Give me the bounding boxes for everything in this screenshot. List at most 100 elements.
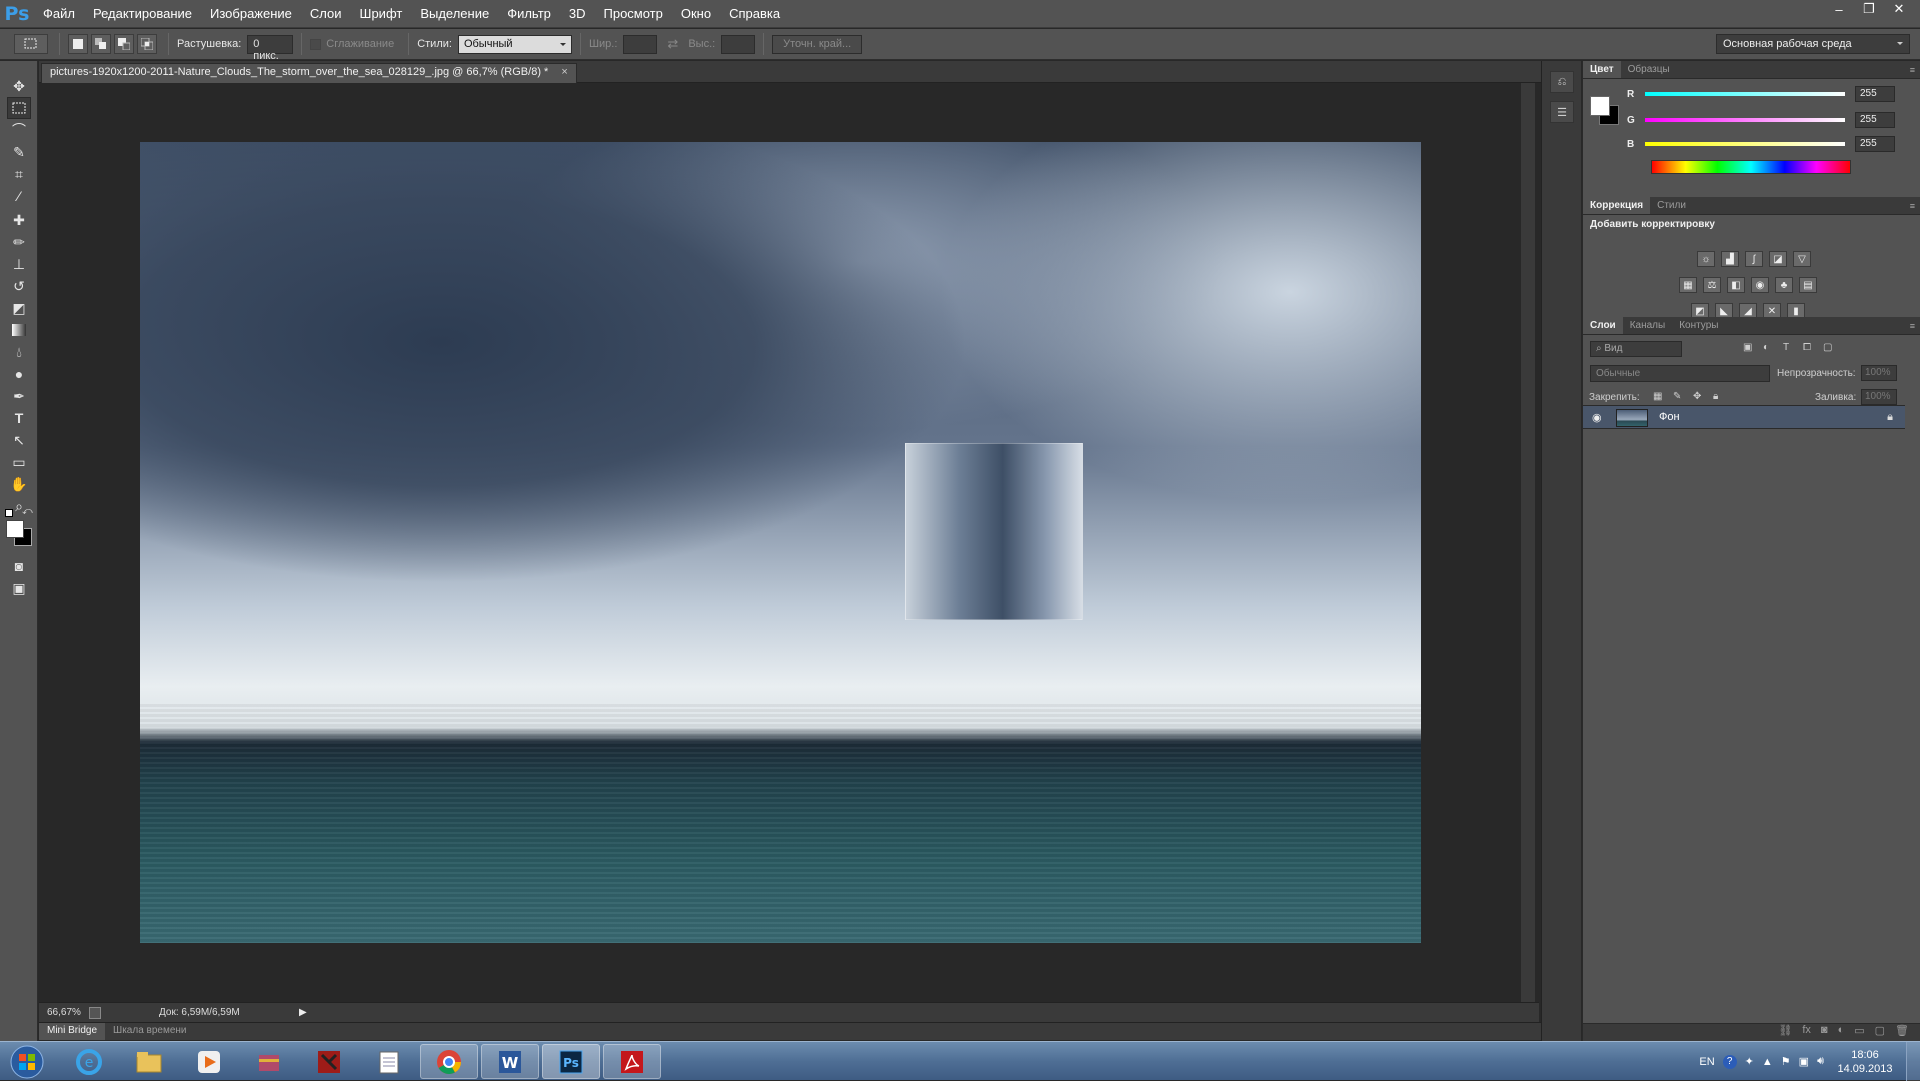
- word-icon[interactable]: W: [481, 1044, 539, 1079]
- exposure-icon[interactable]: ◪: [1769, 251, 1787, 267]
- rectangular-marquee-tool-icon[interactable]: [7, 97, 31, 119]
- pen-tool-icon[interactable]: ✒: [7, 385, 31, 407]
- lock-position-icon[interactable]: ✥: [1693, 391, 1701, 402]
- type-tool-icon[interactable]: T: [7, 407, 31, 429]
- quick-selection-tool-icon[interactable]: ✎: [7, 141, 31, 163]
- add-selection-icon[interactable]: [91, 34, 111, 54]
- zoom-level[interactable]: 66,67%: [47, 1007, 89, 1018]
- new-selection-icon[interactable]: [68, 34, 88, 54]
- panel-menu-icon[interactable]: ≡: [1910, 65, 1915, 75]
- menu-edit[interactable]: Редактирование: [84, 0, 201, 28]
- lasso-tool-icon[interactable]: ⌒: [7, 119, 31, 141]
- menu-type[interactable]: Шрифт: [351, 0, 412, 28]
- close-document-icon[interactable]: ×: [561, 66, 567, 78]
- red-channel-slider[interactable]: [1645, 92, 1845, 96]
- new-adjustment-layer-icon[interactable]: ◐: [1838, 1024, 1845, 1041]
- lock-all-icon[interactable]: 🔒︎: [1713, 391, 1718, 402]
- blue-channel-value[interactable]: 255: [1855, 136, 1895, 152]
- blur-tool-icon[interactable]: 💧︎: [7, 341, 31, 363]
- fill-input[interactable]: 100%: [1861, 389, 1897, 405]
- feather-input[interactable]: 0 пикс.: [247, 34, 294, 62]
- lock-pixels-icon[interactable]: ✎: [1673, 391, 1681, 402]
- rectangle-shape-tool-icon[interactable]: ▭: [7, 451, 31, 473]
- action-center-flag-icon[interactable]: ⚑: [1781, 1055, 1791, 1068]
- menu-window[interactable]: Окно: [672, 0, 720, 28]
- marquee-preset-icon[interactable]: [14, 34, 48, 54]
- menu-view[interactable]: Просмотр: [595, 0, 672, 28]
- intersect-selection-icon[interactable]: [137, 34, 157, 54]
- file-explorer-icon[interactable]: [120, 1044, 178, 1079]
- menu-select[interactable]: Выделение: [411, 0, 498, 28]
- close-button[interactable]: ✕: [1884, 0, 1914, 18]
- swap-dimensions-icon[interactable]: ⇄: [667, 36, 678, 52]
- layer-name[interactable]: Фон: [1659, 411, 1680, 423]
- brightness-contrast-icon[interactable]: ☼: [1697, 251, 1715, 267]
- brush-tool-icon[interactable]: ✏: [7, 231, 31, 253]
- layer-row[interactable]: ◉ Фон 🔒︎: [1583, 405, 1905, 429]
- show-desktop-button[interactable]: [1906, 1042, 1920, 1081]
- channel-mixer-icon[interactable]: ♣: [1775, 277, 1793, 293]
- height-input[interactable]: [721, 34, 756, 54]
- subtract-selection-icon[interactable]: [114, 34, 134, 54]
- swap-colors-icon[interactable]: ⤺: [22, 506, 33, 517]
- dodge-tool-icon[interactable]: ●: [7, 363, 31, 385]
- opacity-input[interactable]: 100%: [1861, 365, 1897, 381]
- tab-timeline[interactable]: Шкала времени: [105, 1023, 194, 1040]
- black-white-icon[interactable]: ◧: [1727, 277, 1745, 293]
- link-layers-icon[interactable]: ⛓︎: [1778, 1024, 1792, 1041]
- new-group-icon[interactable]: ▭: [1854, 1024, 1864, 1041]
- color-balance-icon[interactable]: ⚖: [1703, 277, 1721, 293]
- workspace-switcher[interactable]: Основная рабочая среда: [1716, 34, 1910, 54]
- eraser-tool-icon[interactable]: ◩: [7, 297, 31, 319]
- foreground-color-swatch[interactable]: [6, 520, 24, 538]
- game-app-icon[interactable]: [300, 1044, 358, 1079]
- visibility-eye-icon[interactable]: ◉: [1592, 411, 1602, 424]
- help-icon[interactable]: ?: [1722, 1054, 1737, 1069]
- start-button[interactable]: [4, 1043, 50, 1080]
- clock[interactable]: 18:06 14.09.2013: [1830, 1048, 1900, 1076]
- menu-layers[interactable]: Слои: [301, 0, 351, 28]
- crop-tool-icon[interactable]: ⌗: [7, 163, 31, 185]
- photoshop-taskbar-icon[interactable]: Ps: [542, 1044, 600, 1079]
- color-spectrum-ramp[interactable]: [1651, 160, 1851, 174]
- menu-image[interactable]: Изображение: [201, 0, 301, 28]
- default-colors-icon[interactable]: [5, 509, 13, 517]
- color-lookup-icon[interactable]: ▤: [1799, 277, 1817, 293]
- status-info-icon[interactable]: [89, 1006, 101, 1019]
- refine-edge-button[interactable]: Уточн. край...: [772, 34, 863, 54]
- path-selection-tool-icon[interactable]: ↖: [7, 429, 31, 451]
- curves-icon[interactable]: ∫: [1745, 251, 1763, 267]
- menu-filter[interactable]: Фильтр: [498, 0, 560, 28]
- vertical-scrollbar[interactable]: [1521, 83, 1535, 1003]
- lock-transparent-icon[interactable]: ▦: [1653, 391, 1662, 402]
- filter-shape-icon[interactable]: ⧠: [1803, 342, 1811, 353]
- red-channel-value[interactable]: 255: [1855, 86, 1895, 102]
- menu-file[interactable]: Файл: [34, 0, 84, 28]
- internet-explorer-icon[interactable]: e: [60, 1044, 118, 1079]
- add-mask-icon[interactable]: ◙: [1821, 1024, 1828, 1041]
- tab-mini-bridge[interactable]: Mini Bridge: [39, 1023, 106, 1040]
- style-dropdown[interactable]: Обычный: [457, 34, 572, 54]
- width-input[interactable]: [623, 34, 658, 54]
- antialias-checkbox[interactable]: [310, 38, 322, 50]
- network-icon[interactable]: ▣: [1799, 1055, 1809, 1068]
- levels-icon[interactable]: ▟: [1721, 251, 1739, 267]
- image-canvas[interactable]: [140, 142, 1421, 943]
- notepad-icon[interactable]: [360, 1044, 418, 1079]
- tab-color[interactable]: Цвет: [1583, 61, 1621, 78]
- hand-tool-icon[interactable]: ✋: [7, 473, 31, 495]
- archiver-icon[interactable]: [240, 1044, 298, 1079]
- green-channel-value[interactable]: 255: [1855, 112, 1895, 128]
- menu-help[interactable]: Справка: [720, 0, 789, 28]
- filter-pixel-icon[interactable]: ▣: [1743, 342, 1752, 353]
- history-brush-tool-icon[interactable]: ↺: [7, 275, 31, 297]
- healing-brush-tool-icon[interactable]: ✚: [7, 209, 31, 231]
- volume-icon[interactable]: 🔊︎: [1817, 1055, 1824, 1068]
- history-panel-icon[interactable]: ⎌: [1550, 71, 1574, 93]
- delete-layer-icon[interactable]: 🗑︎: [1895, 1024, 1909, 1041]
- adobe-reader-icon[interactable]: [603, 1044, 661, 1079]
- filter-type-icon[interactable]: T: [1783, 342, 1789, 353]
- gradient-tool-icon[interactable]: [7, 319, 31, 341]
- foreground-color-swatch[interactable]: [1590, 96, 1610, 116]
- hue-saturation-icon[interactable]: ▦: [1679, 277, 1697, 293]
